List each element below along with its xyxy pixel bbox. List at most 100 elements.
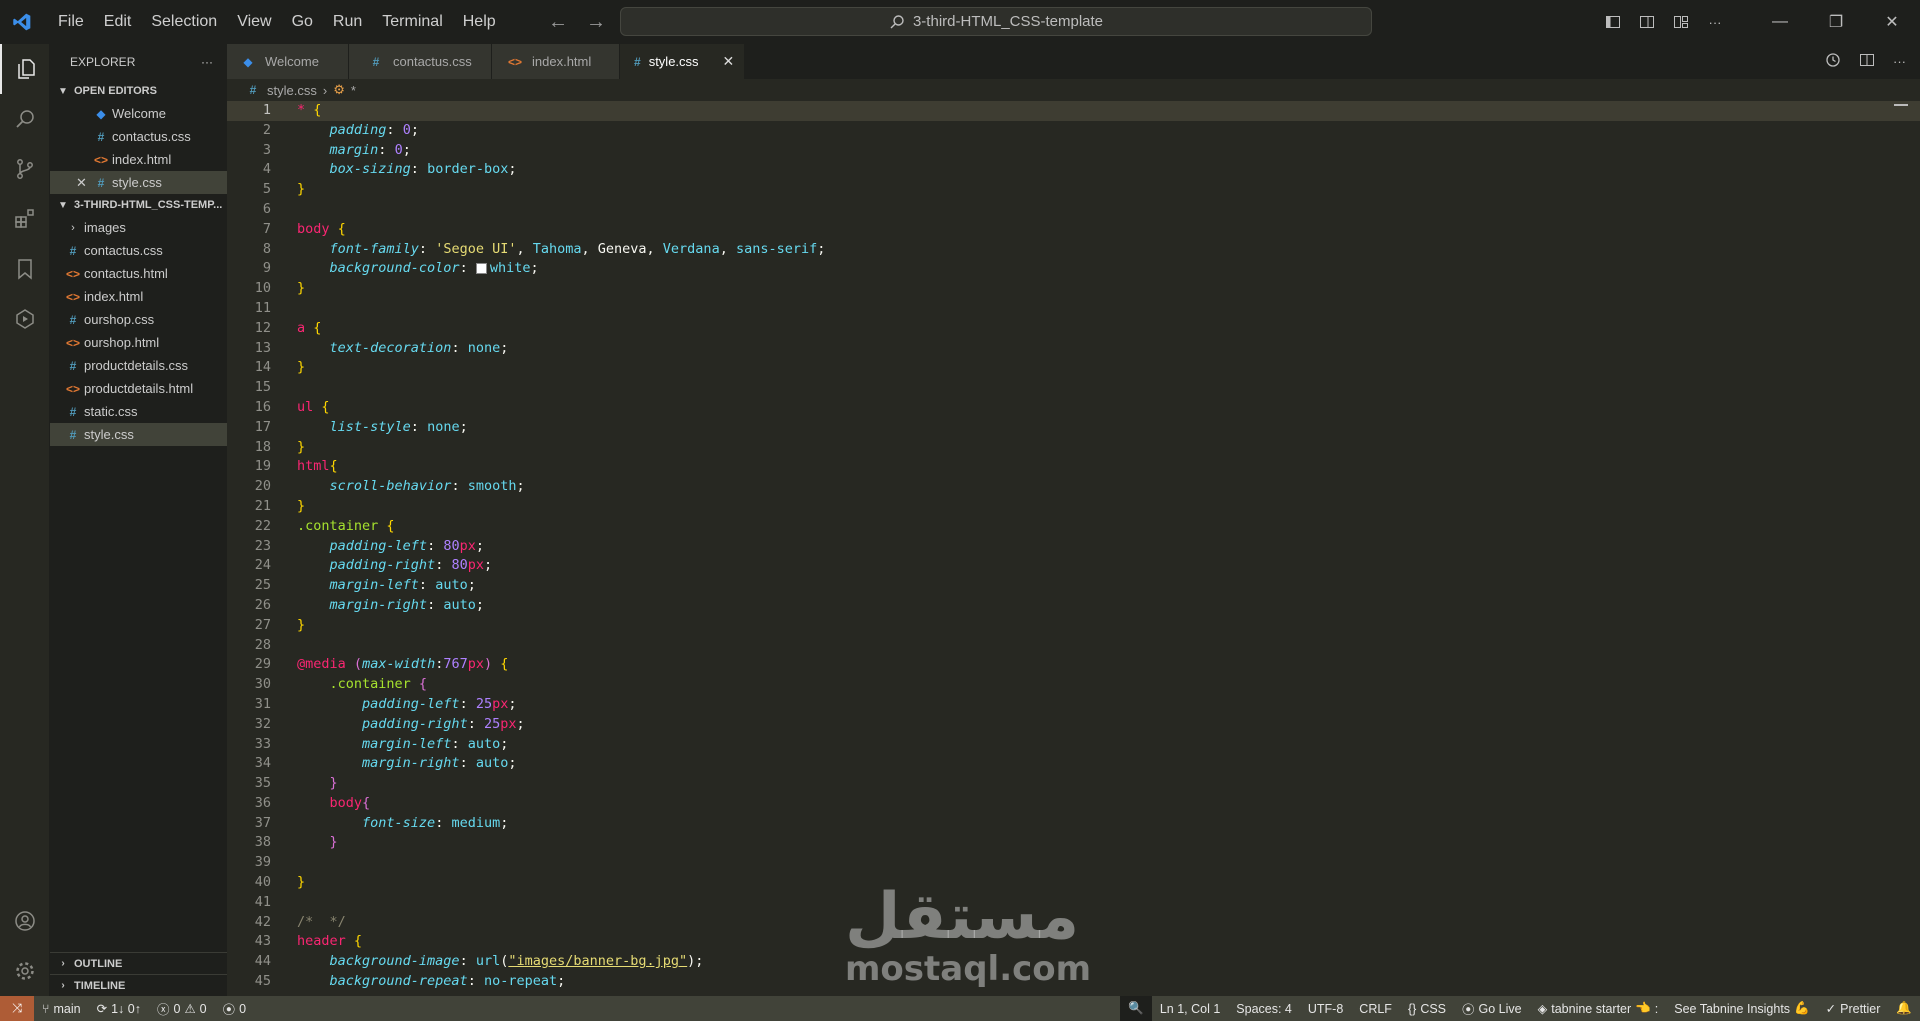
code-line[interactable]: 26 margin-right: auto; (227, 596, 1920, 616)
breadcrumb-symbol[interactable]: * (351, 83, 356, 98)
close-tab-icon[interactable]: ✕ (723, 53, 735, 70)
toggle-panel-icon[interactable] (1630, 0, 1664, 44)
code-line[interactable]: 30 .container { (227, 675, 1920, 695)
file-item[interactable]: <> ourshop.html (50, 331, 227, 354)
restore-icon[interactable]: ❐ (1808, 0, 1864, 44)
open-editors-section[interactable]: ▼ OPEN EDITORS (50, 80, 227, 102)
file-item[interactable]: # ourshop.css (50, 308, 227, 331)
code-line[interactable]: 34 margin-right: auto; (227, 754, 1920, 774)
code-line[interactable]: 15 (227, 378, 1920, 398)
toggle-sidebar-icon[interactable] (1596, 0, 1630, 44)
customize-layout-icon[interactable] (1664, 0, 1698, 44)
code-line[interactable]: 21} (227, 497, 1920, 517)
source-control-icon[interactable] (0, 144, 50, 194)
code-line[interactable]: 18} (227, 438, 1920, 458)
code-line[interactable]: 7 body { (227, 220, 1920, 240)
menu-go[interactable]: Go (282, 0, 323, 44)
encoding[interactable]: UTF-8 (1300, 996, 1351, 1021)
timeline-section[interactable]: › TIMELINE (50, 974, 227, 996)
code-line[interactable]: 1 * { (227, 101, 1920, 121)
code-line[interactable]: 27} (227, 616, 1920, 636)
explorer-icon[interactable] (0, 44, 50, 94)
code-line[interactable]: 8 font-family: 'Segoe UI', Tahoma, Genev… (227, 240, 1920, 260)
cursor-position[interactable]: Ln 1, Col 1 (1152, 996, 1228, 1021)
extensions-icon[interactable] (0, 194, 50, 244)
prettier-status[interactable]: ✓ Prettier (1818, 996, 1889, 1021)
back-arrow-icon[interactable]: ← (548, 11, 568, 34)
tab-contactus-css[interactable]: # contactus.css (349, 44, 492, 79)
end-of-line[interactable]: CRLF (1351, 996, 1400, 1021)
code-line[interactable]: 36 body{ (227, 794, 1920, 814)
tab-style-css[interactable]: # style.css ✕ (620, 44, 745, 79)
remote-indicator-icon[interactable]: ⤨ (0, 996, 34, 1021)
code-line[interactable]: 13 text-decoration: none; (227, 339, 1920, 359)
open-editor-item[interactable]: ◆ Welcome (50, 102, 227, 125)
code-line[interactable]: 10} (227, 279, 1920, 299)
code-line[interactable]: 6 (227, 200, 1920, 220)
file-item-selected[interactable]: # style.css (50, 423, 227, 446)
indentation[interactable]: Spaces: 4 (1228, 996, 1300, 1021)
close-window-icon[interactable]: ✕ (1864, 0, 1920, 44)
code-line[interactable]: 14} (227, 358, 1920, 378)
command-center-search[interactable]: 3-third-HTML_CSS-template (620, 7, 1372, 36)
close-editor-icon[interactable]: ✕ (76, 175, 92, 191)
code-line[interactable]: 37 font-size: medium; (227, 814, 1920, 834)
breadcrumb-file[interactable]: style.css (267, 83, 317, 98)
code-line[interactable]: 32 padding-right: 25px; (227, 715, 1920, 735)
go-live-button[interactable]: ⦿ Go Live (1454, 996, 1530, 1021)
file-item[interactable]: # static.css (50, 400, 227, 423)
tab-welcome[interactable]: ◆ Welcome (227, 44, 349, 79)
menu-file[interactable]: File (48, 0, 94, 44)
code-line[interactable]: 22 .container { (227, 517, 1920, 537)
code-line[interactable]: 19 html{ (227, 457, 1920, 477)
forward-arrow-icon[interactable]: → (586, 11, 606, 34)
account-icon[interactable] (0, 896, 50, 946)
code-line[interactable]: 4 box-sizing: border-box; (227, 160, 1920, 180)
folder-section[interactable]: ▼ 3-THIRD-HTML_CSS-TEMP... (50, 194, 227, 216)
code-line[interactable]: 35 } (227, 774, 1920, 794)
code-line[interactable]: 28 (227, 636, 1920, 656)
open-editor-item[interactable]: <> index.html (50, 148, 227, 171)
code-line[interactable]: 2 padding: 0; (227, 121, 1920, 141)
code-line[interactable]: 24 padding-right: 80px; (227, 556, 1920, 576)
file-item[interactable]: <> contactus.html (50, 262, 227, 285)
tab-index-html[interactable]: <> index.html (492, 44, 620, 79)
search-icon[interactable] (0, 94, 50, 144)
sync-indicator[interactable]: ⟳ 1↓ 0↑ (89, 996, 149, 1021)
settings-gear-icon[interactable] (0, 946, 50, 996)
menu-run[interactable]: Run (323, 0, 372, 44)
code-line[interactable]: 11 (227, 299, 1920, 319)
minimize-icon[interactable]: — (1752, 0, 1808, 44)
code-line[interactable]: 38 } (227, 833, 1920, 853)
file-item[interactable]: # contactus.css (50, 239, 227, 262)
code-line[interactable]: 31 padding-left: 25px; (227, 695, 1920, 715)
code-line[interactable]: 12 a { (227, 319, 1920, 339)
code-line[interactable]: 25 margin-left: auto; (227, 576, 1920, 596)
code-line[interactable]: 5} (227, 180, 1920, 200)
zoom-indicator[interactable]: 🔍 (1120, 996, 1152, 1021)
code-line[interactable]: 9 background-color: white; (227, 259, 1920, 279)
open-editor-item-active[interactable]: ✕ # style.css (50, 171, 227, 194)
code-line[interactable]: 16 ul { (227, 398, 1920, 418)
timeline-history-icon[interactable] (1825, 52, 1841, 71)
explorer-more-icon[interactable]: ··· (201, 55, 213, 69)
branch-indicator[interactable]: ⑂ main (34, 996, 89, 1021)
menu-selection[interactable]: Selection (141, 0, 227, 44)
tabnine-status[interactable]: ◈ tabnine starter 👈: (1530, 996, 1667, 1021)
menu-help[interactable]: Help (453, 0, 506, 44)
open-editor-item[interactable]: # contactus.css (50, 125, 227, 148)
menu-terminal[interactable]: Terminal (372, 0, 452, 44)
split-editor-icon[interactable] (1859, 52, 1875, 71)
ports-indicator[interactable]: ⦿ 0 (215, 996, 254, 1021)
outline-section[interactable]: › OUTLINE (50, 952, 227, 974)
more-actions-icon[interactable]: ··· (1698, 0, 1732, 44)
file-item[interactable]: # productdetails.css (50, 354, 227, 377)
bookmarks-icon[interactable] (0, 244, 50, 294)
code-line[interactable]: 17 list-style: none; (227, 418, 1920, 438)
code-editor[interactable]: 1 * {2 padding: 0; 3 margin: 0; 4 box-sizin… (227, 101, 1920, 996)
file-item[interactable]: <> index.html (50, 285, 227, 308)
menu-edit[interactable]: Edit (94, 0, 142, 44)
code-line[interactable]: 3 margin: 0; (227, 141, 1920, 161)
folder-item-images[interactable]: › images (50, 216, 227, 239)
code-line[interactable]: 20 scroll-behavior: smooth; (227, 477, 1920, 497)
